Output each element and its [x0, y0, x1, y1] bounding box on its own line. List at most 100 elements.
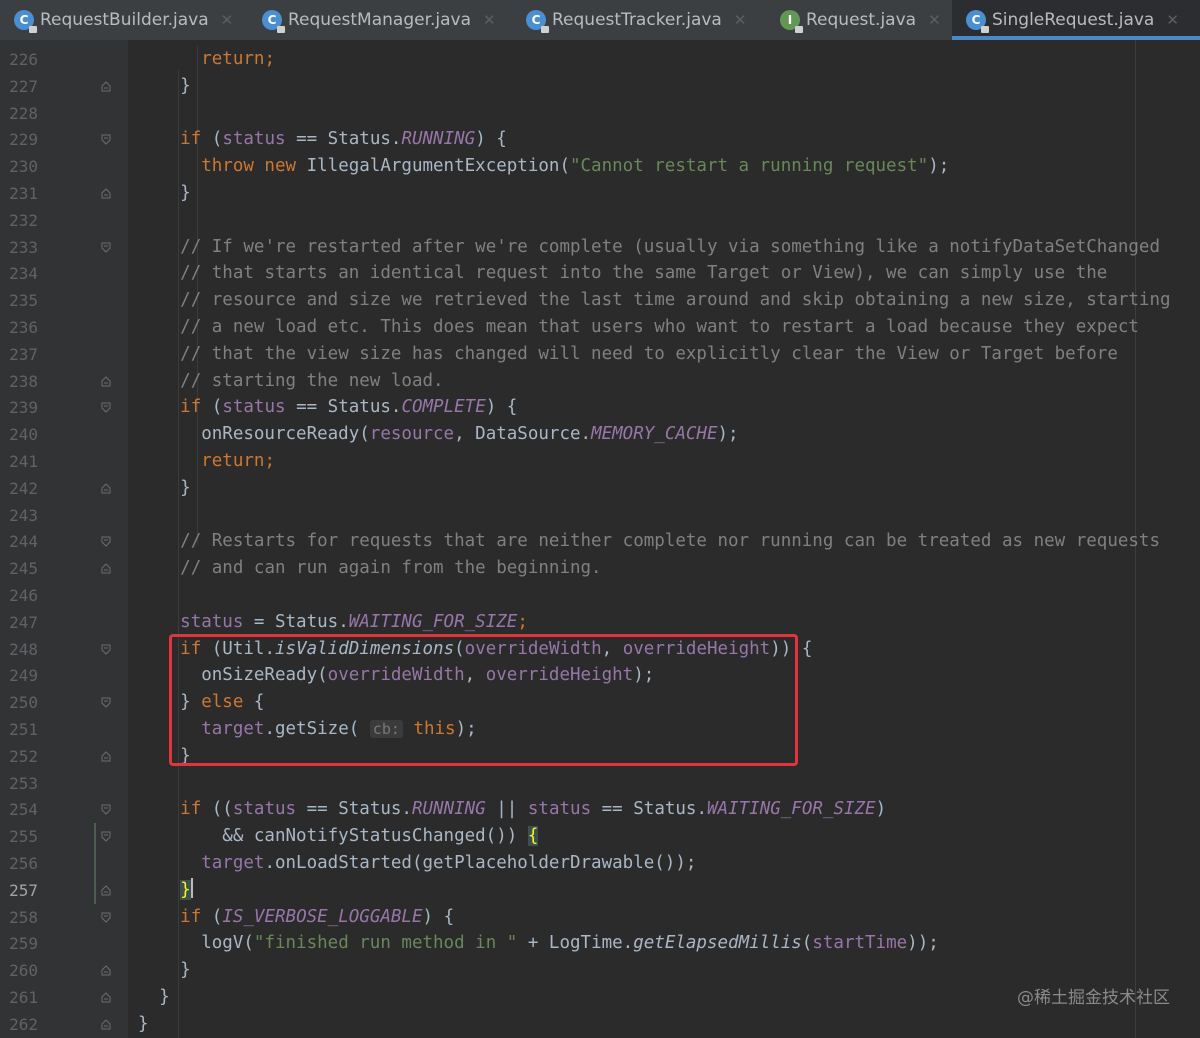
code-text[interactable]: if (IS_VERBOSE_LOGGABLE) { — [138, 904, 454, 931]
line-number[interactable]: 227 — [0, 73, 38, 100]
fold-start-icon[interactable] — [101, 402, 111, 414]
code-text[interactable]: if (status == Status.COMPLETE) { — [138, 394, 517, 421]
fold-start-icon[interactable] — [101, 536, 111, 548]
code-token: } — [138, 960, 191, 981]
line-number[interactable]: 228 — [0, 100, 38, 127]
line-number[interactable]: 251 — [0, 716, 38, 743]
line-number[interactable]: 254 — [0, 796, 38, 823]
line-number[interactable]: 233 — [0, 234, 38, 261]
fold-start-icon[interactable] — [101, 644, 111, 655]
line-number[interactable]: 235 — [0, 287, 38, 314]
fold-start-icon[interactable] — [101, 697, 111, 708]
code-text[interactable]: throw new IllegalArgumentException("Cann… — [138, 153, 949, 180]
fold-end-icon[interactable] — [101, 992, 111, 1003]
tab-requestbuilder[interactable]: C RequestBuilder.java ✕ — [0, 0, 248, 40]
close-icon[interactable]: ✕ — [928, 11, 941, 29]
code-text[interactable]: // and can run again from the beginning. — [138, 555, 601, 582]
fold-end-icon[interactable] — [101, 563, 111, 574]
line-number[interactable]: 244 — [0, 528, 38, 555]
fold-start-icon[interactable] — [101, 134, 111, 146]
fold-end-icon[interactable] — [101, 375, 111, 387]
line-number[interactable]: 237 — [0, 341, 38, 368]
code-text[interactable]: // If we're restarted after we're comple… — [138, 234, 1160, 261]
line-number[interactable]: 257 — [0, 877, 38, 904]
line-number[interactable]: 230 — [0, 153, 38, 180]
line-number[interactable]: 256 — [0, 850, 38, 877]
code-text[interactable]: status = Status.WAITING_FOR_SIZE; — [138, 609, 528, 636]
line-number[interactable]: 255 — [0, 823, 38, 850]
code-text[interactable]: return; — [138, 46, 275, 73]
code-text[interactable]: return; — [138, 448, 275, 475]
code-text[interactable]: // a new load etc. This does mean that u… — [138, 314, 1139, 341]
line-number[interactable]: 260 — [0, 957, 38, 984]
line-number[interactable]: 252 — [0, 743, 38, 770]
fold-end-icon[interactable] — [101, 81, 111, 92]
line-number[interactable]: 241 — [0, 448, 38, 475]
code-text[interactable]: onResourceReady(resource, DataSource.MEM… — [138, 421, 738, 448]
fold-start-icon[interactable] — [101, 831, 111, 842]
line-number[interactable]: 249 — [0, 662, 38, 689]
fold-end-icon[interactable] — [101, 1019, 111, 1030]
fold-start-icon[interactable] — [101, 242, 111, 253]
code-text[interactable]: } — [138, 180, 191, 207]
code-text[interactable]: } — [138, 73, 191, 100]
line-number[interactable]: 231 — [0, 180, 38, 207]
code-text[interactable]: } — [138, 877, 193, 904]
code-text[interactable]: } — [138, 1011, 149, 1038]
code-text[interactable]: // starting the new load. — [138, 368, 443, 395]
fold-end-icon[interactable] — [101, 483, 111, 494]
tab-requestmanager[interactable]: C RequestManager.java ✕ — [248, 0, 512, 40]
line-number[interactable]: 259 — [0, 930, 38, 957]
close-icon[interactable]: ✕ — [221, 11, 234, 29]
vcs-change-marker[interactable] — [94, 876, 96, 904]
code-text[interactable]: && canNotifyStatusChanged()) { — [138, 823, 539, 850]
line-number[interactable]: 253 — [0, 770, 38, 797]
code-text[interactable]: } — [138, 475, 191, 502]
line-number[interactable]: 236 — [0, 314, 38, 341]
line-number[interactable]: 242 — [0, 475, 38, 502]
fold-start-icon[interactable] — [101, 912, 111, 923]
tab-requesttracker[interactable]: C RequestTracker.java ✕ — [512, 0, 766, 40]
line-number[interactable]: 258 — [0, 904, 38, 931]
tab-request[interactable]: I Request.java ✕ — [766, 0, 952, 40]
line-number[interactable]: 246 — [0, 582, 38, 609]
line-number[interactable]: 243 — [0, 502, 38, 529]
line-number[interactable]: 248 — [0, 636, 38, 663]
close-icon[interactable]: ✕ — [1166, 11, 1179, 29]
line-number[interactable]: 245 — [0, 555, 38, 582]
close-icon[interactable]: ✕ — [734, 11, 747, 29]
tab-singlerequest[interactable]: C SingleRequest.java ✕ — [952, 0, 1200, 40]
code-text[interactable]: // resource and size we retrieved the la… — [138, 287, 1170, 314]
line-number[interactable]: 247 — [0, 609, 38, 636]
code-editor[interactable]: 226 return; 227 } 228 229 if (status == Sta… — [0, 40, 1200, 1038]
line-number[interactable]: 262 — [0, 1011, 38, 1038]
line-number[interactable]: 226 — [0, 46, 38, 73]
fold-end-icon[interactable] — [101, 751, 111, 762]
vcs-change-marker[interactable] — [94, 850, 96, 877]
code-text[interactable]: } — [138, 984, 170, 1011]
code-text[interactable]: if (status == Status.RUNNING) { — [138, 126, 507, 153]
code-text[interactable]: // Restarts for requests that are neithe… — [138, 528, 1160, 555]
close-icon[interactable]: ✕ — [483, 11, 496, 29]
line-number[interactable]: 232 — [0, 207, 38, 234]
code-text[interactable]: // that the view size has changed will n… — [138, 341, 1118, 368]
line-number[interactable]: 250 — [0, 689, 38, 716]
line-number[interactable]: 229 — [0, 126, 38, 153]
fold-end-icon[interactable] — [101, 885, 111, 896]
code-text[interactable]: target.onLoadStarted(getPlaceholderDrawa… — [138, 850, 696, 877]
vcs-change-marker[interactable] — [94, 823, 96, 851]
code-text[interactable]: } — [138, 957, 191, 984]
fold-start-icon[interactable] — [101, 804, 111, 816]
line-number[interactable]: 240 — [0, 421, 38, 448]
line-number[interactable]: 238 — [0, 368, 38, 395]
fold-end-icon[interactable] — [101, 188, 111, 199]
line-number[interactable]: 234 — [0, 260, 38, 287]
fold-end-icon[interactable] — [101, 965, 111, 976]
line-number[interactable]: 239 — [0, 394, 38, 421]
code-text[interactable]: logV("finished run method in " + LogTime… — [138, 930, 939, 957]
code-text[interactable]: // that starts an identical request into… — [138, 260, 1107, 287]
code-text[interactable]: if ((status == Status.RUNNING || status … — [138, 796, 886, 823]
line-number[interactable]: 261 — [0, 984, 38, 1011]
